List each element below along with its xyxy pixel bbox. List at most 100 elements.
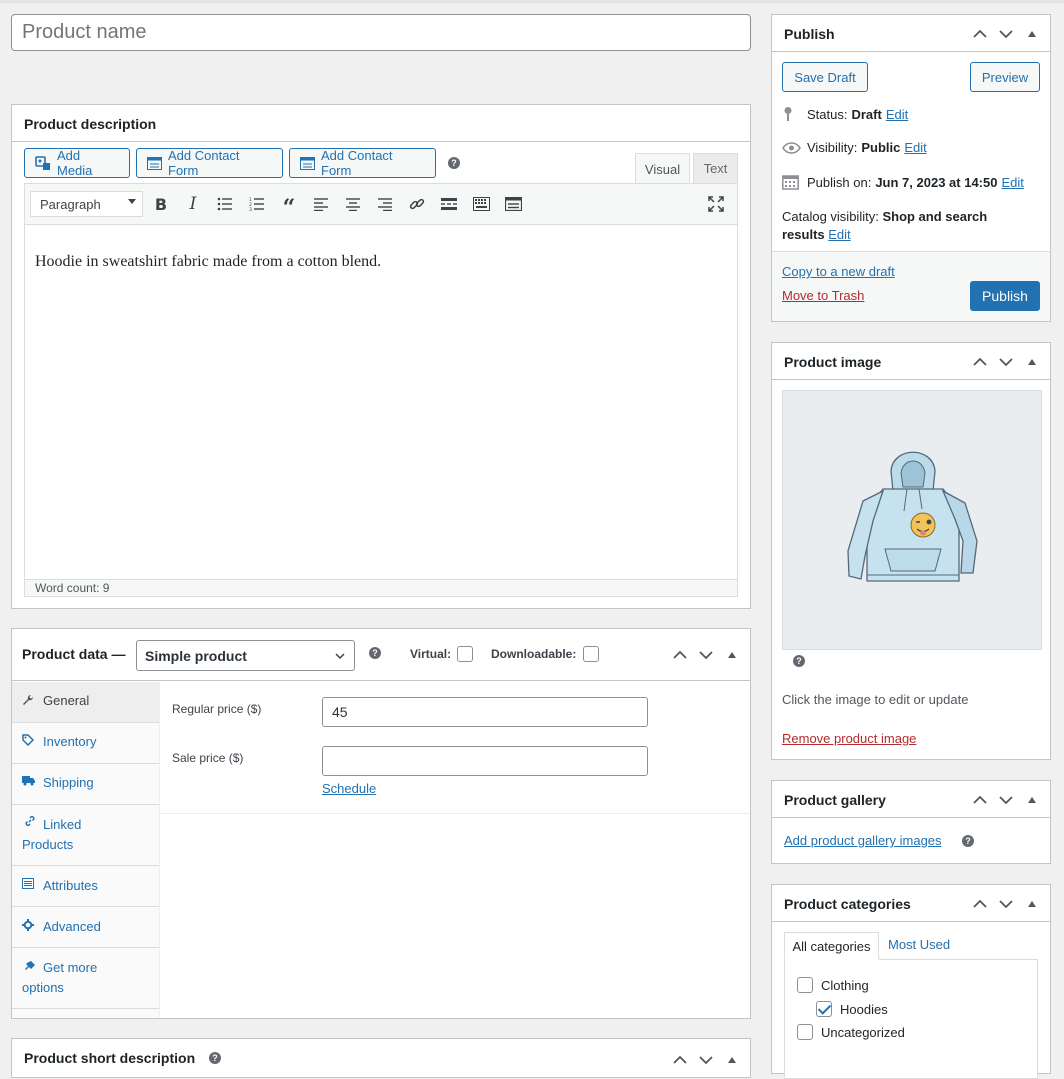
remove-product-image-link[interactable]: Remove product image [782, 731, 916, 746]
read-more-icon[interactable] [437, 192, 461, 216]
format-select[interactable]: Paragraph [30, 191, 143, 217]
category-item[interactable]: Clothing [797, 977, 869, 993]
numbered-list-icon[interactable]: 123 [245, 192, 269, 216]
category-checkbox-hoodies[interactable] [816, 1001, 832, 1017]
align-right-icon[interactable] [373, 192, 397, 216]
chevron-up-icon[interactable] [970, 352, 990, 372]
save-draft-button[interactable]: Save Draft [782, 62, 868, 92]
help-icon[interactable]: ? [209, 1052, 221, 1064]
add-media-label: Add Media [57, 148, 93, 178]
tab-visual[interactable]: Visual [635, 153, 690, 184]
schedule-link[interactable]: Schedule [322, 781, 376, 796]
bold-icon[interactable]: B [149, 192, 173, 216]
help-icon[interactable]: ? [962, 835, 974, 847]
sale-price-input[interactable] [322, 746, 648, 776]
fullscreen-icon[interactable] [704, 192, 728, 216]
add-gallery-images-link[interactable]: Add product gallery images [784, 833, 942, 848]
collapse-toggle-icon[interactable] [1022, 790, 1042, 810]
chevron-down-icon[interactable] [696, 645, 716, 665]
chevron-up-icon[interactable] [670, 1050, 690, 1070]
tab-advanced[interactable]: Advanced [12, 907, 159, 948]
product-categories-controls [970, 885, 1042, 922]
publish-controls [970, 15, 1042, 52]
tab-inventory[interactable]: Inventory [12, 723, 159, 764]
chevron-up-icon[interactable] [970, 24, 990, 44]
downloadable-checkbox[interactable] [583, 646, 599, 662]
add-media-button[interactable]: Add Media [24, 148, 130, 178]
help-icon[interactable]: ? [448, 157, 460, 169]
collapse-toggle-icon[interactable] [722, 1050, 742, 1070]
add-contact-form-label: Add Contact Form [168, 148, 240, 178]
collapse-toggle-icon[interactable] [1022, 24, 1042, 44]
tab-general[interactable]: General [12, 682, 159, 723]
link-icon [24, 815, 38, 830]
tab-get-more-options[interactable]: Get more options [12, 948, 159, 1009]
align-left-icon[interactable] [309, 192, 333, 216]
add-contact-form-button[interactable]: Add Contact Form [136, 148, 283, 178]
help-icon[interactable]: ? [793, 655, 805, 667]
short-description-title: Product short description [24, 1050, 196, 1066]
product-name-input[interactable] [11, 14, 751, 51]
align-center-icon[interactable] [341, 192, 365, 216]
editor-status-bar: Word count: 9 [25, 579, 737, 596]
edit-status-link[interactable]: Edit [886, 107, 908, 122]
publish-actions: Copy to a new draft Move to Trash Publis… [772, 251, 1050, 321]
form-embed-icon[interactable] [501, 192, 525, 216]
toolbar-toggle-icon[interactable] [469, 192, 493, 216]
category-item[interactable]: Hoodies [816, 1001, 888, 1017]
link-icon[interactable] [405, 192, 429, 216]
preview-button[interactable]: Preview [970, 62, 1040, 92]
add-contact-form-button-2[interactable]: Add Contact Form [289, 148, 436, 178]
tab-linked-products[interactable]: Linked Products [12, 805, 159, 866]
visibility-row: Visibility: Public Edit [782, 140, 927, 155]
edit-visibility-link[interactable]: Edit [904, 140, 926, 155]
copy-to-draft-link[interactable]: Copy to a new draft [782, 264, 895, 279]
tab-shipping[interactable]: Shipping [12, 764, 159, 805]
chevron-down-icon[interactable] [696, 1050, 716, 1070]
toolbar-buttons: B I 123 “ [149, 192, 525, 219]
chevron-down-icon[interactable] [996, 352, 1016, 372]
sale-price-label: Sale price ($) [172, 751, 244, 765]
collapse-toggle-icon[interactable] [1022, 352, 1042, 372]
chevron-up-icon[interactable] [670, 645, 690, 665]
category-item[interactable]: Uncategorized [797, 1024, 905, 1040]
chevron-down-icon[interactable] [996, 894, 1016, 914]
category-checkbox-uncategorized[interactable] [797, 1024, 813, 1040]
collapse-toggle-icon[interactable] [1022, 894, 1042, 914]
tab-most-used[interactable]: Most Used [888, 937, 950, 952]
edit-catalog-visibility-link[interactable]: Edit [828, 227, 850, 242]
virtual-checkbox[interactable] [457, 646, 473, 662]
product-image-title: Product image [784, 354, 882, 370]
wrench-icon [22, 694, 36, 709]
product-gallery-title: Product gallery [784, 792, 886, 808]
product-type-select[interactable]: Simple product [136, 640, 355, 671]
publish-button[interactable]: Publish [970, 281, 1040, 311]
bulleted-list-icon[interactable] [213, 192, 237, 216]
media-icon [35, 155, 51, 171]
svg-text:3: 3 [249, 207, 252, 211]
virtual-label: Virtual: [410, 647, 452, 661]
help-icon[interactable]: ? [369, 647, 381, 659]
product-image-thumbnail[interactable] [782, 390, 1042, 650]
edit-publish-date-link[interactable]: Edit [1001, 175, 1023, 190]
move-to-trash-link[interactable]: Move to Trash [782, 288, 864, 303]
hoodie-image [847, 451, 978, 582]
chevron-down-icon[interactable] [996, 790, 1016, 810]
blockquote-icon[interactable]: “ [277, 192, 301, 219]
chevron-up-icon[interactable] [970, 894, 990, 914]
chevron-up-icon[interactable] [970, 790, 990, 810]
italic-icon[interactable]: I [181, 192, 205, 216]
product-image-controls [970, 343, 1042, 380]
form-icon [300, 156, 315, 170]
chevron-down-icon[interactable] [996, 24, 1016, 44]
regular-price-input[interactable] [322, 697, 648, 727]
short-description-controls [670, 1041, 742, 1078]
tab-text[interactable]: Text [693, 153, 738, 183]
tab-attributes[interactable]: Attributes [12, 866, 159, 907]
product-description-title: Product description [24, 116, 157, 132]
product-image-hint: Click the image to edit or update [782, 692, 969, 707]
editor-content[interactable]: Hoodie in sweatshirt fabric made from a … [25, 225, 737, 579]
tab-all-categories[interactable]: All categories [784, 932, 879, 960]
collapse-toggle-icon[interactable] [722, 645, 742, 665]
category-checkbox-clothing[interactable] [797, 977, 813, 993]
